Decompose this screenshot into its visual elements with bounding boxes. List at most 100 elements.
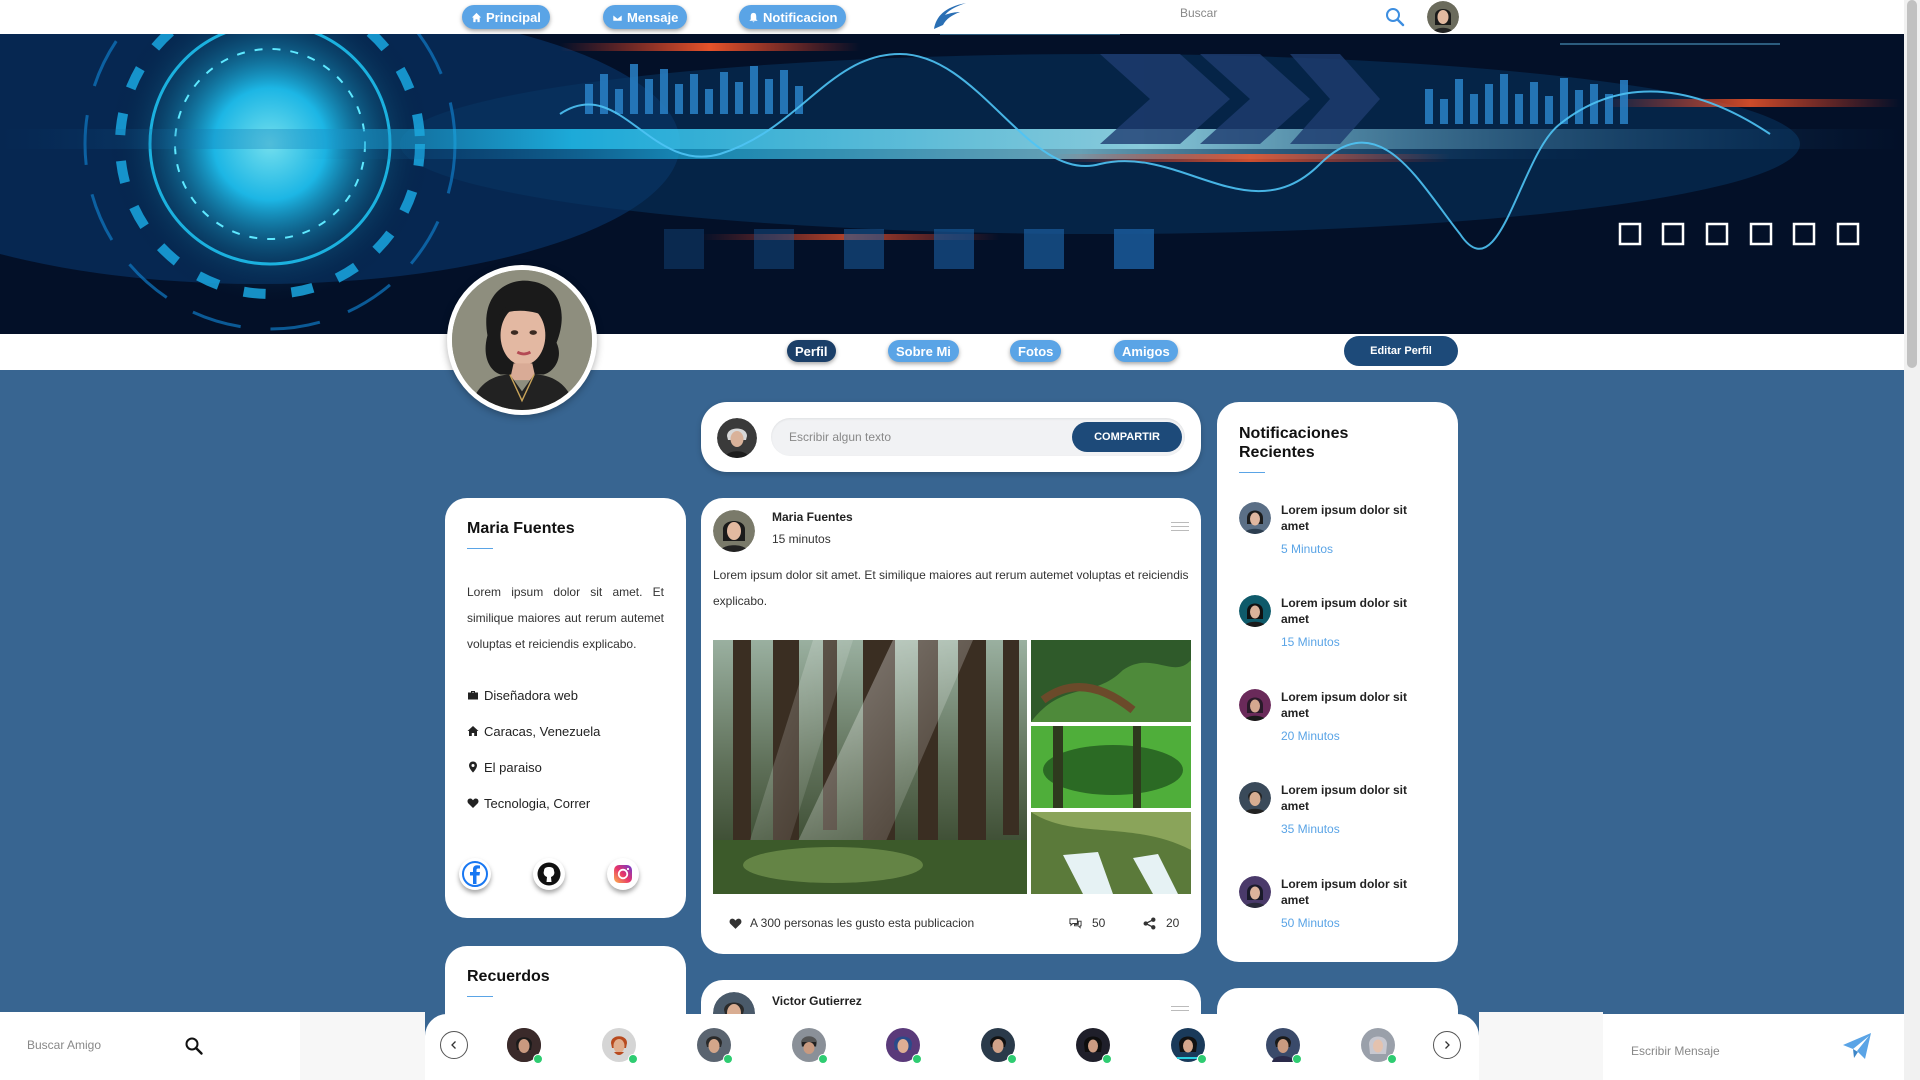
search-icon[interactable] bbox=[184, 1036, 204, 1056]
notification-item[interactable]: Lorem ipsum dolor sit amet 35 Minutos bbox=[1239, 782, 1439, 852]
notification-time: 50 Minutos bbox=[1281, 916, 1340, 930]
message-placeholder: Escribir Mensaje bbox=[1631, 1044, 1720, 1058]
post-image[interactable] bbox=[713, 640, 1191, 894]
notifications-button[interactable]: Notificacion bbox=[739, 5, 847, 29]
post-author-avatar[interactable] bbox=[713, 510, 755, 552]
search-icon[interactable] bbox=[1384, 6, 1406, 28]
notifications-card: Notificaciones Recientes Lorem ipsum dol… bbox=[1217, 402, 1458, 962]
facebook-icon[interactable] bbox=[459, 858, 491, 890]
friend-avatar[interactable] bbox=[507, 1028, 543, 1064]
share-post-button[interactable]: 20 bbox=[1143, 916, 1179, 930]
top-navbar: Principal Mensaje Notificacion Buscar bbox=[0, 0, 1904, 34]
carousel-next-button[interactable] bbox=[1433, 1031, 1461, 1059]
send-icon[interactable] bbox=[1841, 1030, 1873, 1062]
notification-avatar bbox=[1239, 595, 1271, 627]
chevron-right-icon bbox=[1445, 1041, 1450, 1049]
notification-avatar bbox=[1239, 689, 1271, 721]
friend-avatar[interactable] bbox=[792, 1028, 828, 1064]
tab-photos[interactable]: Fotos bbox=[1010, 340, 1062, 362]
messages-button[interactable]: Mensaje bbox=[603, 5, 688, 29]
github-icon[interactable] bbox=[533, 858, 565, 890]
title-underline bbox=[467, 996, 493, 997]
friend-search-bar[interactable]: Buscar Amigo bbox=[0, 1012, 300, 1080]
tab-friends-label: Amigos bbox=[1122, 343, 1170, 359]
notification-item[interactable]: Lorem ipsum dolor sit amet 15 Minutos bbox=[1239, 595, 1439, 665]
home-icon bbox=[467, 726, 479, 736]
title-underline bbox=[467, 548, 493, 549]
post-composer: Escribir algun texto COMPARTIR bbox=[701, 402, 1201, 472]
friend-avatar[interactable] bbox=[1361, 1028, 1397, 1064]
tab-friends[interactable]: Amigos bbox=[1114, 340, 1178, 362]
tab-profile[interactable]: Perfil bbox=[787, 340, 836, 362]
notification-time: 20 Minutos bbox=[1281, 729, 1340, 743]
envelope-icon bbox=[612, 13, 623, 22]
chevron-left-icon bbox=[451, 1041, 456, 1049]
friend-search-placeholder: Buscar Amigo bbox=[27, 1038, 102, 1052]
online-status-dot bbox=[912, 1054, 922, 1064]
messages-label: Mensaje bbox=[627, 9, 679, 25]
shares-count: 20 bbox=[1166, 916, 1180, 930]
search-input[interactable]: Buscar bbox=[1180, 6, 1380, 28]
briefcase-icon bbox=[468, 691, 478, 700]
profile-tabs-bar: Perfil Sobre Mi Fotos Amigos Editar Perf… bbox=[0, 334, 1904, 370]
friend-avatar[interactable] bbox=[886, 1028, 922, 1064]
forest-photo bbox=[713, 640, 1191, 894]
post-card: Maria Fuentes 15 minutos Lorem ipsum dol… bbox=[701, 498, 1201, 954]
info-job-text: Diseñadora web bbox=[484, 687, 578, 703]
comments-count: 50 bbox=[1092, 916, 1106, 930]
edit-profile-button[interactable]: Editar Perfil bbox=[1344, 336, 1458, 366]
share-label: COMPARTIR bbox=[1094, 431, 1160, 443]
tab-about-label: Sobre Mi bbox=[896, 343, 951, 359]
share-icon bbox=[1143, 917, 1156, 929]
user-avatar[interactable] bbox=[1427, 1, 1459, 33]
page-scrollbar[interactable] bbox=[1904, 0, 1920, 1080]
edit-profile-label: Editar Perfil bbox=[1370, 345, 1432, 357]
online-status-dot bbox=[723, 1054, 733, 1064]
notification-avatar bbox=[1239, 502, 1271, 534]
friend-avatar[interactable] bbox=[1171, 1028, 1207, 1064]
scrollbar-thumb[interactable] bbox=[1907, 0, 1917, 368]
message-bar[interactable]: Escribir Mensaje bbox=[1603, 1014, 1904, 1080]
online-status-dot bbox=[818, 1054, 828, 1064]
online-status-dot bbox=[1102, 1054, 1112, 1064]
share-button[interactable]: COMPARTIR bbox=[1072, 422, 1182, 452]
friend-avatar[interactable] bbox=[1266, 1028, 1302, 1064]
carousel-prev-button[interactable] bbox=[440, 1031, 468, 1059]
instagram-icon[interactable] bbox=[607, 858, 639, 890]
notification-text: Lorem ipsum dolor sit amet bbox=[1281, 596, 1408, 626]
search-placeholder: Buscar bbox=[1180, 6, 1218, 20]
friend-avatar[interactable] bbox=[602, 1028, 638, 1064]
like-summary[interactable]: A 300 personas les gusto esta publicacio… bbox=[729, 916, 974, 930]
home-button[interactable]: Principal bbox=[462, 5, 550, 29]
post-author-name[interactable]: Victor Gutierrez bbox=[772, 994, 862, 1008]
notification-time: 5 Minutos bbox=[1281, 542, 1334, 556]
likes-text: A 300 personas les gusto esta publicacio… bbox=[750, 916, 975, 930]
tab-photos-label: Fotos bbox=[1018, 343, 1054, 359]
online-status-dot bbox=[533, 1054, 543, 1064]
notification-item[interactable]: Lorem ipsum dolor sit amet 20 Minutos bbox=[1239, 689, 1439, 759]
notification-avatar bbox=[1239, 876, 1271, 908]
about-card: Maria Fuentes Lorem ipsum dolor sit amet… bbox=[445, 498, 686, 918]
post-menu-icon[interactable] bbox=[1171, 522, 1189, 532]
tab-about[interactable]: Sobre Mi bbox=[888, 340, 959, 362]
post-time: 15 minutos bbox=[772, 532, 831, 546]
notification-text: Lorem ipsum dolor sit amet bbox=[1281, 503, 1408, 533]
post-text: Lorem ipsum dolor sit amet. Et similique… bbox=[713, 568, 1189, 608]
friend-avatar[interactable] bbox=[697, 1028, 733, 1064]
comments-button[interactable]: 50 bbox=[1069, 916, 1105, 930]
friend-avatar[interactable] bbox=[1076, 1028, 1112, 1064]
friend-avatar[interactable] bbox=[981, 1028, 1017, 1064]
app-logo[interactable] bbox=[930, 1, 970, 31]
notification-text: Lorem ipsum dolor sit amet bbox=[1281, 877, 1408, 907]
profile-avatar[interactable] bbox=[447, 265, 597, 415]
notification-item[interactable]: Lorem ipsum dolor sit amet 5 Minutos bbox=[1239, 502, 1439, 572]
home-label: Principal bbox=[486, 9, 541, 25]
profile-description: Lorem ipsum dolor sit amet. Et similique… bbox=[467, 585, 664, 651]
social-links bbox=[459, 858, 671, 898]
profile-name: Maria Fuentes bbox=[467, 520, 575, 537]
info-location-text: El paraiso bbox=[484, 759, 542, 775]
title-underline bbox=[1239, 472, 1265, 473]
notification-item[interactable]: Lorem ipsum dolor sit amet 50 Minutos bbox=[1239, 876, 1439, 946]
notification-time: 35 Minutos bbox=[1281, 822, 1340, 836]
post-author-name[interactable]: Maria Fuentes bbox=[772, 510, 853, 524]
